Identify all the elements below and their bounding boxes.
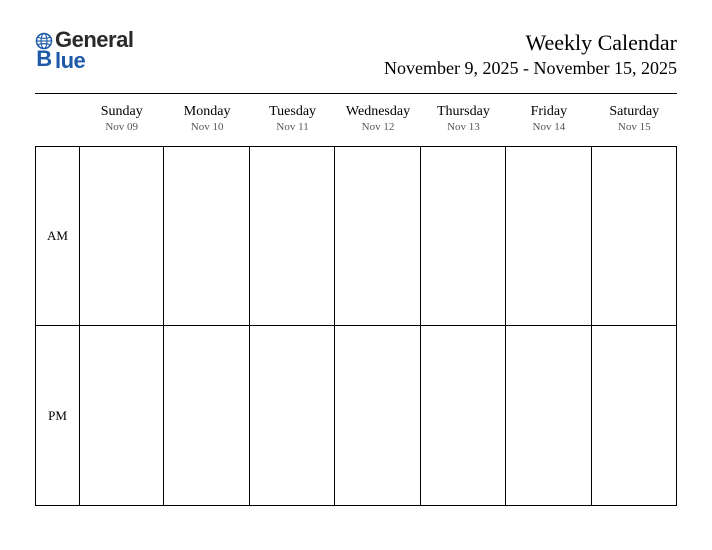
- day-name: Saturday: [592, 104, 677, 120]
- cell-pm-sun: [79, 326, 164, 506]
- logo: B General lue: [35, 30, 133, 72]
- cell-am-wed: [335, 146, 420, 326]
- page-title: Weekly Calendar: [384, 30, 677, 56]
- corner-cell: [35, 102, 79, 146]
- day-date: Nov 12: [335, 121, 420, 133]
- day-header-sat: Saturday Nov 15: [592, 102, 677, 146]
- day-header-mon: Monday Nov 10: [164, 102, 249, 146]
- day-header-fri: Friday Nov 14: [506, 102, 591, 146]
- logo-word2-rest: lue: [55, 51, 133, 72]
- cell-am-tue: [250, 146, 335, 326]
- cell-am-sat: [592, 146, 677, 326]
- cell-am-fri: [506, 146, 591, 326]
- cell-am-sun: [79, 146, 164, 326]
- day-name: Friday: [506, 104, 591, 120]
- calendar-grid: Sunday Nov 09 Monday Nov 10 Tuesday Nov …: [35, 102, 677, 506]
- period-am-label: AM: [35, 146, 79, 326]
- period-pm-label: PM: [35, 326, 79, 506]
- day-header-sun: Sunday Nov 09: [79, 102, 164, 146]
- cell-pm-sat: [592, 326, 677, 506]
- cell-pm-tue: [250, 326, 335, 506]
- day-name: Thursday: [421, 104, 506, 120]
- cell-am-mon: [164, 146, 249, 326]
- logo-word2-initial: B: [36, 49, 51, 69]
- day-header-tue: Tuesday Nov 11: [250, 102, 335, 146]
- day-date: Nov 11: [250, 121, 335, 133]
- cell-pm-mon: [164, 326, 249, 506]
- day-name: Tuesday: [250, 104, 335, 120]
- header: B General lue Weekly Calendar November 9…: [35, 30, 677, 79]
- day-name: Monday: [164, 104, 249, 120]
- divider: [35, 93, 677, 94]
- day-date: Nov 10: [164, 121, 249, 133]
- day-date: Nov 13: [421, 121, 506, 133]
- day-header-wed: Wednesday Nov 12: [335, 102, 420, 146]
- cell-pm-fri: [506, 326, 591, 506]
- title-block: Weekly Calendar November 9, 2025 - Novem…: [384, 30, 677, 79]
- day-date: Nov 15: [592, 121, 677, 133]
- cell-pm-thu: [421, 326, 506, 506]
- cell-am-thu: [421, 146, 506, 326]
- day-name: Wednesday: [335, 104, 420, 120]
- day-header-thu: Thursday Nov 13: [421, 102, 506, 146]
- day-name: Sunday: [79, 104, 164, 120]
- day-date: Nov 09: [79, 121, 164, 133]
- cell-pm-wed: [335, 326, 420, 506]
- date-range: November 9, 2025 - November 15, 2025: [384, 58, 677, 79]
- day-date: Nov 14: [506, 121, 591, 133]
